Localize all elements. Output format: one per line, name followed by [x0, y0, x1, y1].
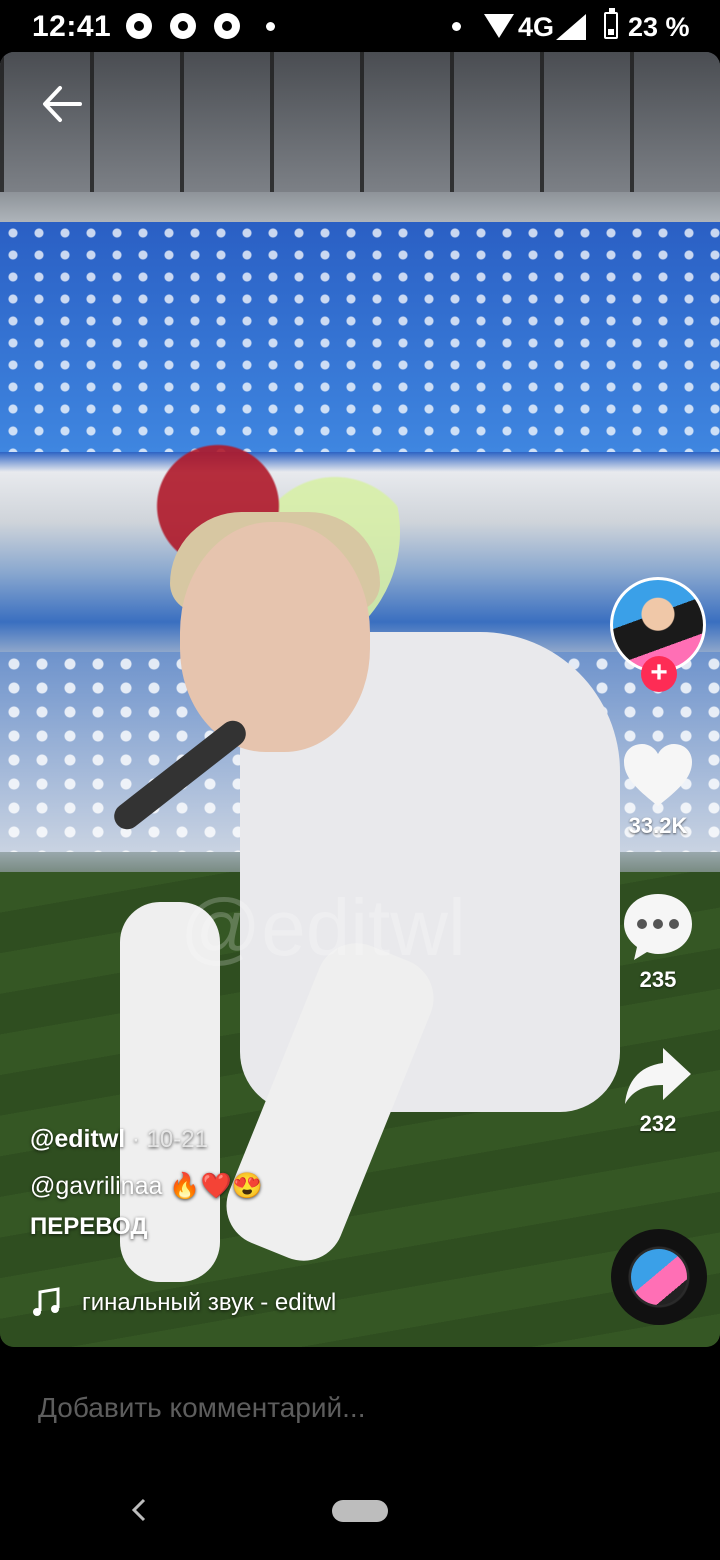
comment-count: 235 — [639, 967, 677, 992]
network-type: 4G — [518, 12, 555, 42]
share-button[interactable]: 232 — [608, 1046, 708, 1137]
sound-disc[interactable] — [611, 1229, 707, 1325]
sound-title: гинальный звук - editwl — [82, 1289, 337, 1316]
comment-button[interactable]: 235 — [608, 892, 708, 993]
notification-dot-icon — [266, 22, 275, 31]
video-watermark: @editwl — [180, 883, 466, 972]
chrome-icon — [126, 13, 152, 39]
share-count: 232 — [639, 1111, 677, 1136]
wifi-icon — [484, 14, 514, 38]
stadium-roof — [0, 52, 720, 192]
nav-home-pill[interactable] — [332, 1500, 388, 1522]
share-icon — [625, 1048, 691, 1104]
post-date: 10-21 — [146, 1126, 208, 1153]
video-caption: @editwl · 10-21 @gavrilinaa 🔥❤️😍 ПЕРЕВОД — [30, 1125, 590, 1241]
chrome-icon — [170, 13, 196, 39]
battery-level: 23 % — [628, 12, 690, 42]
microphone — [108, 715, 252, 835]
follow-plus-icon[interactable]: + — [641, 656, 677, 692]
date-separator: · — [125, 1126, 147, 1153]
sound-disc-cover — [631, 1249, 687, 1305]
nav-back-icon[interactable] — [128, 1494, 150, 1526]
music-note-icon — [33, 1287, 60, 1316]
translate-button[interactable]: ПЕРЕВОД — [30, 1213, 590, 1241]
battery-icon — [604, 8, 618, 39]
caption-text: @gavrilinaa 🔥❤️😍 — [30, 1172, 590, 1201]
sound-row[interactable]: гинальный звук - editwl — [30, 1287, 336, 1319]
like-count: 33.2K — [628, 813, 688, 838]
back-arrow-icon[interactable] — [40, 82, 84, 126]
status-time: 12:41 — [32, 10, 112, 43]
comment-icon — [624, 894, 692, 960]
author-row: @editwl · 10-21 — [30, 1125, 590, 1154]
status-bar: 12:41 4G 23 % — [0, 0, 720, 52]
status-dot-icon — [452, 22, 461, 31]
mention-link[interactable]: @gavrilinaa — [30, 1172, 162, 1200]
caption-emojis: 🔥❤️😍 — [169, 1172, 263, 1200]
chrome-icon — [214, 13, 240, 39]
comment-input[interactable] — [36, 1385, 600, 1431]
signal-icon — [556, 14, 586, 40]
like-button[interactable]: 33.2K — [608, 742, 708, 839]
stadium-stands-upper — [0, 222, 720, 452]
heart-icon — [624, 744, 692, 806]
author-username[interactable]: @editwl — [30, 1125, 125, 1153]
